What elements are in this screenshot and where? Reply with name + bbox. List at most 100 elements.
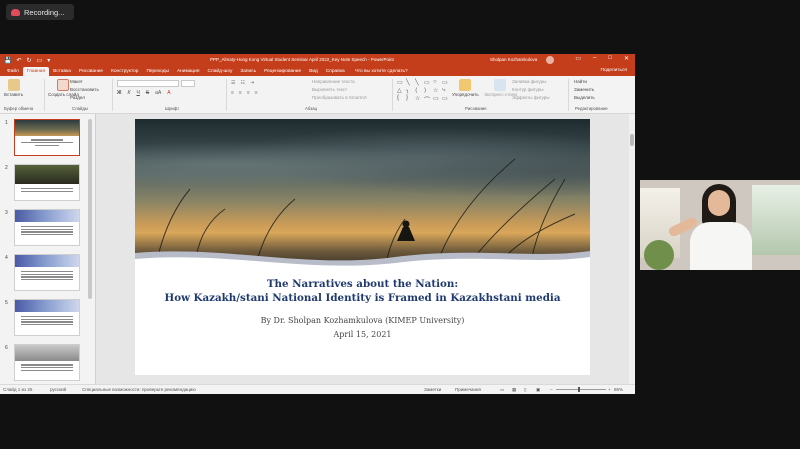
section-button[interactable]: Раздел xyxy=(70,95,85,100)
find-button[interactable]: Найти xyxy=(574,79,587,84)
shape-brace-left-icon[interactable]: { xyxy=(397,95,405,103)
slide-thumbnail-6[interactable] xyxy=(14,344,80,381)
reading-view-icon[interactable]: ▯ xyxy=(524,387,526,393)
arrange-button[interactable]: Упорядочить xyxy=(452,79,479,97)
slide-scrollbar[interactable] xyxy=(629,114,635,384)
paste-button[interactable]: Вставить xyxy=(4,79,23,97)
shape-oval-icon[interactable]: ○ xyxy=(433,79,441,87)
text-direction-button[interactable]: Направление текста xyxy=(312,79,355,84)
language-indicator[interactable]: русский xyxy=(50,387,66,392)
tab-help[interactable]: Справка xyxy=(322,69,349,76)
shape-triangle-icon[interactable]: △ xyxy=(397,87,405,95)
zoom-in-button[interactable]: + xyxy=(608,387,611,392)
strikethrough-button[interactable]: S xyxy=(146,90,149,96)
undo-icon[interactable]: ↶ xyxy=(16,57,21,64)
shape-rectangle-icon[interactable]: ▭ xyxy=(433,95,441,103)
shapes-gallery[interactable]: ▭ ╲ ╲ ▭ ○ ▭ △ ╮ ⟨ ⟩ ☆ ⤷ { } ☆ ⌒ ▭ ▭ xyxy=(397,79,450,104)
slide-thumbnail-4[interactable] xyxy=(14,254,80,291)
close-icon[interactable]: ✕ xyxy=(624,55,629,62)
user-name[interactable]: Sholpan Kozhamkulova xyxy=(490,57,537,62)
zoom-slider[interactable] xyxy=(556,389,606,390)
indent-icon[interactable]: ⇥ xyxy=(250,80,254,86)
replace-button[interactable]: Заменить xyxy=(574,87,594,92)
shape-bracket-right-icon[interactable]: ⟩ xyxy=(424,87,432,95)
align-text-button[interactable]: Выровнять текст xyxy=(312,87,347,92)
slide-thumbnail-3[interactable] xyxy=(14,209,80,246)
scroll-thumb[interactable] xyxy=(630,134,634,146)
slide-title[interactable]: The Narratives about the Nation: How Kaz… xyxy=(135,277,590,305)
normal-view-icon[interactable]: ▭ xyxy=(500,387,504,393)
shape-rectangle-icon[interactable]: ▭ xyxy=(397,79,405,87)
tab-file[interactable]: Файл xyxy=(3,69,23,76)
tab-draw[interactable]: Рисование xyxy=(75,69,107,76)
tell-me-search[interactable]: Что вы хотите сделать? xyxy=(349,69,412,76)
shape-rounded-icon[interactable]: ▭ xyxy=(442,79,450,87)
slide-thumbnail-1[interactable] xyxy=(14,119,80,156)
numbering-icon[interactable]: ☷ xyxy=(240,80,244,86)
slideshow-view-icon[interactable]: ▣ xyxy=(536,387,540,393)
shape-arrow-icon[interactable]: ╲ xyxy=(415,79,423,87)
slide-thumbnail-5[interactable] xyxy=(14,299,80,336)
maximize-icon[interactable]: □ xyxy=(608,55,612,62)
tab-view[interactable]: Вид xyxy=(305,69,322,76)
underline-button[interactable]: Ч xyxy=(136,90,139,96)
avatar[interactable] xyxy=(546,56,554,64)
thumbnails-scrollbar[interactable] xyxy=(88,119,92,299)
align-center-icon[interactable]: ≡ xyxy=(239,90,242,96)
zoom-slider-thumb[interactable] xyxy=(578,387,580,392)
shape-rectangle-icon[interactable]: ▭ xyxy=(424,79,432,87)
slide-author[interactable]: By Dr. Sholpan Kozhamkulova (KIMEP Unive… xyxy=(135,316,590,325)
tab-design[interactable]: Конструктор xyxy=(107,69,142,76)
minimize-icon[interactable]: – xyxy=(593,55,596,62)
tab-review[interactable]: Рецензирование xyxy=(260,69,305,76)
slide-date[interactable]: April 15, 2021 xyxy=(135,330,590,339)
notes-button[interactable]: Заметки xyxy=(424,387,441,392)
shape-star-icon[interactable]: ☆ xyxy=(415,95,423,103)
ribbon-display-icon[interactable]: ▭ xyxy=(575,55,581,62)
accessibility-checker[interactable]: Специальные возможности: проверьте реком… xyxy=(82,387,196,392)
font-size-select[interactable] xyxy=(181,80,195,87)
current-slide[interactable]: The Narratives about the Nation: How Kaz… xyxy=(135,119,590,375)
bullets-icon[interactable]: ☰ xyxy=(231,80,235,86)
tab-slideshow[interactable]: Слайд-шоу xyxy=(203,69,236,76)
align-right-icon[interactable]: ≡ xyxy=(247,90,250,96)
smartart-button[interactable]: Преобразовать в SmartArt xyxy=(312,95,367,100)
shape-star-icon[interactable]: ☆ xyxy=(433,87,441,95)
tab-transitions[interactable]: Переходы xyxy=(142,69,173,76)
shape-arc-icon[interactable]: ⌒ xyxy=(424,95,432,104)
tab-record[interactable]: Запись xyxy=(236,69,260,76)
comments-button[interactable]: Примечания xyxy=(455,387,481,392)
shape-bracket-left-icon[interactable]: ⟨ xyxy=(415,87,423,95)
font-color-button[interactable]: А xyxy=(167,90,170,96)
change-case-button[interactable]: аА xyxy=(155,90,161,96)
shape-connector-icon[interactable]: ╮ xyxy=(406,87,414,95)
slide-thumbnails-pane[interactable]: 1 2 3 4 5 6 xyxy=(0,114,96,384)
layout-button[interactable]: Макет xyxy=(70,79,83,84)
shape-fill-button[interactable]: Заливка фигуры xyxy=(512,79,546,84)
save-icon[interactable]: 💾 xyxy=(4,57,11,64)
shape-rectangle-icon[interactable]: ▭ xyxy=(442,95,450,103)
zoom-level[interactable]: 86% xyxy=(614,387,623,392)
recording-indicator[interactable]: Recording... xyxy=(6,4,74,20)
bold-button[interactable]: Ж xyxy=(117,90,122,96)
shape-line-icon[interactable]: ╲ xyxy=(406,79,414,87)
qat-more-icon[interactable]: ▾ xyxy=(47,57,50,64)
select-button[interactable]: Выделить xyxy=(574,95,595,100)
align-left-icon[interactable]: ≡ xyxy=(231,90,234,96)
shape-curved-arrow-icon[interactable]: ⤷ xyxy=(442,87,450,95)
justify-icon[interactable]: ≡ xyxy=(255,90,258,96)
font-family-select[interactable] xyxy=(117,80,179,87)
slide-sorter-icon[interactable]: ▦ xyxy=(512,387,516,393)
italic-button[interactable]: К xyxy=(128,90,131,96)
present-icon[interactable]: ▭ xyxy=(37,57,43,64)
share-button[interactable]: Поделиться xyxy=(601,68,628,73)
tab-insert[interactable]: Вставка xyxy=(49,69,75,76)
reset-button[interactable]: Восстановить xyxy=(70,87,99,92)
tab-home[interactable]: Главная xyxy=(22,67,50,76)
shape-outline-button[interactable]: Контур фигуры xyxy=(512,87,543,92)
slide-thumbnail-2[interactable] xyxy=(14,164,80,201)
shape-effects-button[interactable]: Эффекты фигуры xyxy=(512,95,550,100)
zoom-out-button[interactable]: – xyxy=(550,387,553,392)
redo-icon[interactable]: ↻ xyxy=(27,57,32,64)
tab-animations[interactable]: Анимация xyxy=(173,69,204,76)
